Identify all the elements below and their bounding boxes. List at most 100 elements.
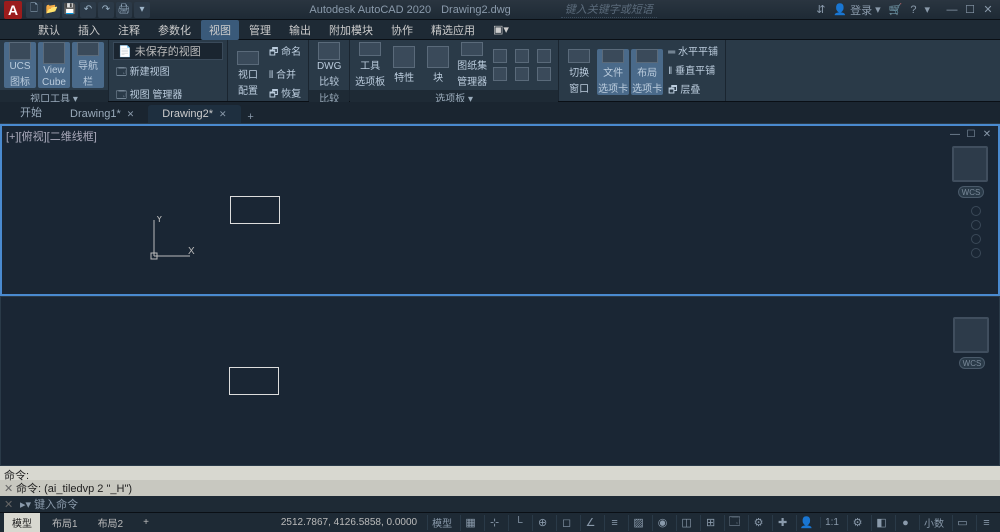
status-polar-icon[interactable]: ⊕ (532, 515, 552, 531)
qat-print[interactable]: 🖨 (116, 2, 132, 18)
app-logo[interactable]: A (4, 1, 22, 19)
palette-icon[interactable] (534, 48, 554, 64)
status-mode[interactable]: 模型 (427, 515, 456, 530)
close-icon[interactable]: ✕ (127, 109, 135, 120)
btn-cascade[interactable]: 🗗 层叠 (665, 80, 721, 101)
status-customize-icon[interactable]: ≡ (976, 515, 996, 531)
btn-sheetset[interactable]: 图纸集管理器 (456, 42, 488, 88)
btn-switch-window[interactable]: 切换窗口 (563, 49, 595, 95)
status-ws-icon[interactable]: ⚙ (748, 515, 768, 531)
menu-view[interactable]: 视图 (201, 20, 239, 40)
status-transparency-icon[interactable]: ▨ (628, 515, 648, 531)
qat-more[interactable]: ▾ (134, 2, 150, 18)
status-isodraft-icon[interactable]: ◧ (871, 515, 891, 531)
btn-navbar[interactable]: 导航栏 (72, 42, 104, 88)
ucs-icon[interactable]: Y X (150, 216, 198, 264)
drawing-rectangle[interactable] (229, 367, 279, 395)
status-otrack-icon[interactable]: ∠ (580, 515, 600, 531)
palette-icon[interactable] (490, 48, 510, 64)
status-hwacl-icon[interactable]: ● (895, 515, 915, 531)
btn-tile-horiz[interactable]: ═ 水平平铺 (665, 42, 721, 59)
btn-tool-palettes[interactable]: 工具选项板 (354, 42, 386, 88)
tab-start[interactable]: 开始 (6, 101, 56, 123)
status-cycling-icon[interactable]: ◉ (652, 515, 672, 531)
status-annomonitor-icon[interactable]: ✚ (772, 515, 792, 531)
menu-collaborate[interactable]: 协作 (383, 20, 421, 40)
navigation-bar[interactable] (970, 206, 982, 286)
status-gear-icon[interactable]: ⚙ (847, 515, 867, 531)
qat-open[interactable]: 📂 (44, 2, 60, 18)
qat-redo[interactable]: ↷ (98, 2, 114, 18)
btn-new-view[interactable]: 🗔 新建视图 (113, 62, 173, 83)
status-dyninput-icon[interactable]: ⊞ (700, 515, 720, 531)
qat-save[interactable]: 💾 (62, 2, 78, 18)
exchange-icon[interactable]: 🛒 (889, 3, 903, 16)
menu-featured[interactable]: 精选应用 (423, 20, 483, 40)
qat-undo[interactable]: ↶ (80, 2, 96, 18)
status-3dosnap-icon[interactable]: ◫ (676, 515, 696, 531)
vp-minimize[interactable]: — (948, 128, 962, 140)
window-close[interactable]: ✕ (980, 3, 996, 17)
tab-drawing1[interactable]: Drawing1*✕ (56, 105, 148, 123)
layout-tab-2[interactable]: 布局2 (90, 513, 132, 532)
status-annoscale-icon[interactable]: 👤 (796, 515, 816, 531)
status-units[interactable]: 小数 (919, 515, 948, 530)
btn-ucs-icon[interactable]: UCS图标 (4, 42, 36, 88)
status-snap-icon[interactable]: ⊹ (484, 515, 504, 531)
palette-icon[interactable] (512, 48, 532, 64)
wcs-label[interactable]: WCS (959, 357, 985, 369)
viewport-bottom[interactable]: WCS (0, 296, 1000, 466)
help-icon[interactable]: ? (910, 4, 916, 16)
cmd-handle-icon[interactable]: ✕ (4, 498, 16, 511)
status-osnap-icon[interactable]: ◻ (556, 515, 576, 531)
vp-maximize[interactable]: ☐ (964, 128, 978, 140)
viewcube-widget[interactable] (952, 146, 988, 182)
layout-tab-1[interactable]: 布局1 (44, 513, 86, 532)
status-grid-icon[interactable]: ▦ (460, 515, 480, 531)
viewport-label[interactable]: [+][俯视][二维线框] (6, 128, 97, 144)
btn-layout-tabs[interactable]: 布局选项卡 (631, 49, 663, 95)
layout-tab-model[interactable]: 模型 (4, 513, 40, 532)
vp-close[interactable]: ✕ (980, 128, 994, 140)
btn-join-vp[interactable]: ⫴ 合并 (266, 65, 304, 82)
btn-file-tabs[interactable]: 文件选项卡 (597, 49, 629, 95)
menu-annotate[interactable]: 注释 (110, 20, 148, 40)
cmd-handle-icon[interactable]: ✕ (4, 482, 16, 495)
search-input[interactable]: 键入关键字或短语 (561, 1, 657, 18)
status-lineweight-icon[interactable]: ≡ (604, 515, 624, 531)
status-ortho-icon[interactable]: └ (508, 515, 528, 531)
viewport-top[interactable]: [+][俯视][二维线框] — ☐ ✕ WCS Y X (0, 124, 1000, 296)
btn-viewport-config[interactable]: 视口配置 (232, 51, 264, 97)
window-minimize[interactable]: — (944, 3, 960, 17)
btn-tile-vert[interactable]: ‖ 垂直平铺 (665, 61, 721, 78)
window-maximize[interactable]: ☐ (962, 3, 978, 17)
share-icon[interactable]: ⇵ (816, 3, 825, 16)
btn-viewcube[interactable]: ViewCube (38, 42, 70, 88)
menu-default[interactable]: 默认 (30, 20, 68, 40)
btn-blocks[interactable]: 块 (422, 42, 454, 88)
status-cleanscreen-icon[interactable]: ▭ (952, 515, 972, 531)
close-icon[interactable]: ✕ (219, 109, 227, 120)
palette-icon[interactable] (490, 66, 510, 82)
menu-overflow[interactable]: ▣▾ (485, 21, 517, 38)
login-button[interactable]: 👤 登录 ▾ (833, 2, 880, 18)
menu-insert[interactable]: 插入 (70, 20, 108, 40)
qat-new[interactable]: 🗋 (26, 2, 42, 18)
menu-addins[interactable]: 附加模块 (321, 20, 381, 40)
menu-parametric[interactable]: 参数化 (150, 20, 199, 40)
layout-tab-add[interactable]: + (135, 515, 157, 530)
wcs-label[interactable]: WCS (958, 186, 984, 198)
btn-dwg-compare[interactable]: DWG比较 (313, 42, 345, 88)
command-input[interactable]: ▸▾ 键入命令 (20, 496, 78, 512)
palette-icon[interactable] (534, 66, 554, 82)
btn-properties[interactable]: 特性 (388, 42, 420, 88)
status-quickprops-icon[interactable]: 🗔 (724, 515, 744, 531)
palette-icon[interactable] (512, 66, 532, 82)
menu-output[interactable]: 输出 (281, 20, 319, 40)
help-dropdown[interactable]: ▾ (924, 3, 930, 16)
btn-named-vp[interactable]: 🗗 命名 (266, 42, 304, 63)
status-scale[interactable]: 1:1 (820, 517, 843, 528)
tab-add[interactable]: + (241, 111, 261, 123)
viewcube-widget[interactable] (953, 317, 989, 353)
tab-drawing2[interactable]: Drawing2*✕ (148, 105, 240, 123)
